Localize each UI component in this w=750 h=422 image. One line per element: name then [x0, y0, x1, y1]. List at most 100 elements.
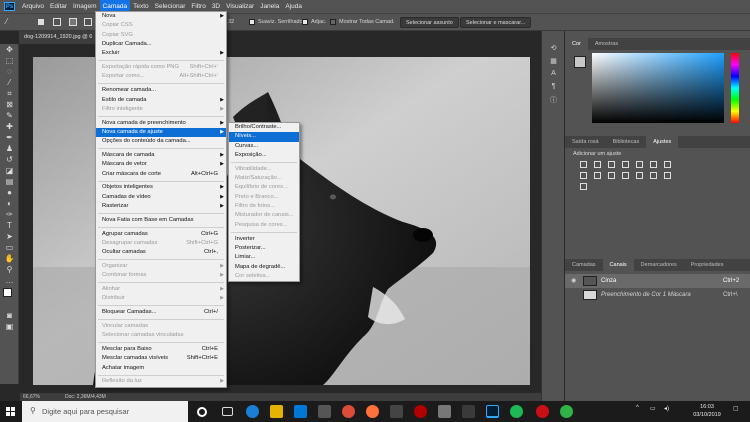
subtract-selection-icon[interactable]	[69, 18, 77, 26]
channel-row[interactable]: ◉ Cinza Ctrl+2	[565, 274, 750, 288]
history-brush-tool-icon[interactable]: ↺	[0, 154, 19, 165]
move-tool-icon[interactable]: ✥	[0, 44, 19, 55]
taskbar-search-input[interactable]: Digite aqui para pesquisar	[22, 401, 188, 422]
intersect-selection-icon[interactable]	[84, 18, 92, 26]
channel-mixer-icon[interactable]	[608, 172, 615, 179]
antialias-checkbox[interactable]	[249, 19, 255, 25]
rectangle-tool-icon[interactable]: ▭	[0, 242, 19, 253]
photo-filter-icon[interactable]	[594, 172, 601, 179]
more-tools-icon[interactable]: …	[0, 275, 19, 286]
menu-item[interactable]: Mesclar camadas visíveis Shift+Ctrl+E	[96, 354, 226, 363]
bw-icon[interactable]	[580, 172, 587, 179]
curves-icon[interactable]	[608, 161, 615, 168]
windows-start-icon[interactable]	[6, 407, 15, 416]
magic-wand-icon[interactable]: ⁄	[6, 17, 7, 26]
threshold-icon[interactable]	[664, 172, 671, 179]
tab-adjustments[interactable]: Ajustes	[646, 136, 679, 148]
photoshop-taskbar-icon[interactable]	[486, 405, 499, 418]
file-explorer-icon[interactable]	[270, 405, 283, 418]
menu-item[interactable]: Objetos inteligentes ▶	[96, 183, 226, 192]
properties-icon[interactable]: ▦	[542, 54, 565, 67]
clone-stamp-tool-icon[interactable]: ♟	[0, 143, 19, 154]
brightness-icon[interactable]	[580, 161, 587, 168]
menu-item[interactable]: Achatar imagem	[96, 364, 226, 373]
color-field[interactable]	[592, 53, 724, 123]
tab-swatches[interactable]: Amostras	[588, 38, 625, 50]
crop-tool-icon[interactable]: ⌗	[0, 88, 19, 99]
color-balance-icon[interactable]	[664, 161, 671, 168]
menu-item[interactable]: Exposição...	[229, 151, 299, 160]
tab-channels[interactable]: Canais	[602, 259, 634, 271]
menu-editar[interactable]: Editar	[47, 0, 70, 13]
app-icon-4[interactable]	[438, 405, 451, 418]
quick-mask-icon[interactable]: ◙	[0, 310, 19, 321]
character-icon[interactable]: A	[542, 67, 565, 80]
lasso-tool-icon[interactable]: ◌	[0, 66, 19, 77]
notifications-icon[interactable]: ▢	[733, 405, 739, 412]
levels-icon[interactable]	[594, 161, 601, 168]
menu-item[interactable]: Brilho/Contraste...	[229, 123, 299, 132]
color-swatches[interactable]	[0, 286, 18, 310]
menu-item[interactable]: Nova ▶	[96, 12, 226, 21]
tab-properties[interactable]: Propriedades	[684, 259, 731, 271]
visibility-eye-icon[interactable]: ◉	[571, 277, 576, 284]
volume-icon[interactable]: ◂)	[664, 405, 669, 412]
cortana-icon[interactable]	[197, 407, 207, 417]
menu-item[interactable]: Máscara de camada ▶	[96, 151, 226, 160]
size-value[interactable]: 32	[228, 19, 234, 25]
opera-icon[interactable]	[536, 405, 549, 418]
color-lookup-icon[interactable]	[622, 172, 629, 179]
menu-ajuda[interactable]: Ajuda	[282, 0, 305, 13]
marquee-tool-icon[interactable]: ⬚	[0, 55, 19, 66]
menu-item[interactable]: Criar máscara de corte Alt+Ctrl+G	[96, 170, 226, 179]
add-selection-icon[interactable]	[53, 18, 61, 26]
menu-item[interactable]: Excluir ▶	[96, 49, 226, 58]
foreground-color-swatch[interactable]	[3, 288, 12, 297]
pen-tool-icon[interactable]: ✑	[0, 209, 19, 220]
posterize-icon[interactable]	[650, 172, 657, 179]
new-selection-icon[interactable]	[38, 19, 44, 25]
menu-item[interactable]: Níveis...	[229, 132, 299, 142]
invert-icon[interactable]	[636, 172, 643, 179]
tab-paths[interactable]: Demarcadores	[634, 259, 684, 271]
menu-item[interactable]: Nova camada de preenchimento ▶	[96, 119, 226, 128]
app-icon-3[interactable]	[414, 405, 427, 418]
sample-all-checkbox[interactable]	[330, 19, 336, 25]
path-selection-tool-icon[interactable]: ➤	[0, 231, 19, 242]
tab-learn[interactable]: Saída rosá	[565, 136, 606, 148]
eraser-tool-icon[interactable]: ◪	[0, 165, 19, 176]
menu-item[interactable]: Camadas de vídeo ▶	[96, 193, 226, 202]
history-icon[interactable]: ⟲	[542, 41, 565, 54]
dodge-tool-icon[interactable]: ◐	[0, 198, 19, 209]
menu-item[interactable]: Rasterizar ▶	[96, 202, 226, 211]
clock-time[interactable]: 16:03	[690, 404, 724, 410]
menu-item[interactable]: Posterizar...	[229, 244, 299, 253]
task-view-icon[interactable]	[222, 407, 233, 416]
zoom-level[interactable]: 66,67%	[23, 393, 40, 401]
menu-item[interactable]: Limiar...	[229, 253, 299, 262]
menu-visualizar[interactable]: Visualizar	[223, 0, 257, 13]
menu-item[interactable]: Mesclar para Baixo Ctrl+E	[96, 345, 226, 354]
healing-brush-tool-icon[interactable]: ✚	[0, 121, 19, 132]
menu-item[interactable]: Nova Fatia com Base em Camadas	[96, 216, 226, 225]
select-and-mask-button[interactable]: Selecionar e mascarar...	[460, 17, 532, 28]
quick-select-tool-icon[interactable]: ⁄	[0, 77, 19, 88]
tab-color[interactable]: Cor	[565, 38, 588, 50]
menu-item[interactable]: Nova camada de ajuste ▶	[96, 127, 226, 138]
spotify-icon[interactable]	[510, 405, 523, 418]
menu-janela[interactable]: Janela	[257, 0, 282, 13]
edge-icon[interactable]	[246, 405, 259, 418]
paragraph-icon[interactable]: ¶	[542, 80, 565, 93]
select-subject-button[interactable]: Selecionar assunto	[400, 17, 459, 28]
menu-item[interactable]: Mapa de degradê...	[229, 263, 299, 272]
exposure-icon[interactable]	[622, 161, 629, 168]
frame-tool-icon[interactable]: ⊠	[0, 99, 19, 110]
app-icon[interactable]	[318, 405, 331, 418]
tray-chevron-icon[interactable]: ^	[636, 405, 639, 411]
hand-tool-icon[interactable]: ✋	[0, 253, 19, 264]
type-tool-icon[interactable]: T	[0, 220, 19, 231]
hue-slider[interactable]	[731, 53, 739, 123]
eyedropper-tool-icon[interactable]: ✎	[0, 110, 19, 121]
store-icon[interactable]	[294, 405, 307, 418]
blur-tool-icon[interactable]: ●	[0, 187, 19, 198]
